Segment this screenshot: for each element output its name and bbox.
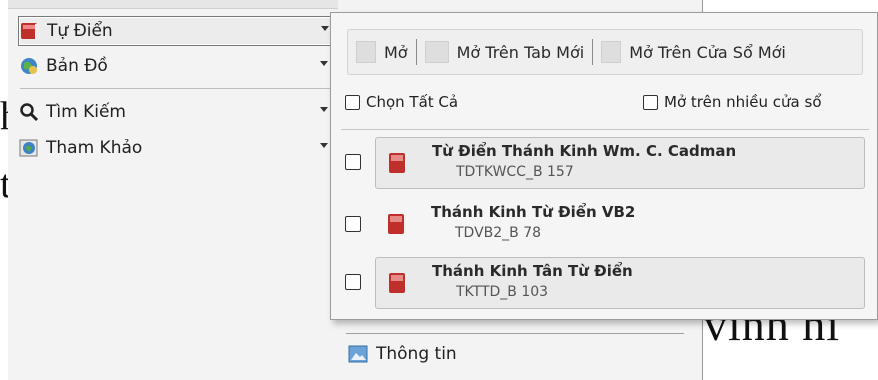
entry-code: TDTKWCC_B 157 (456, 164, 574, 180)
open-new-tab-label: Mở Trên Tab Mới (456, 42, 585, 62)
search-icon (18, 102, 40, 122)
multi-window-option[interactable]: Mở trên nhiều cửa sổ (643, 93, 822, 111)
menu-divider (20, 88, 338, 89)
dictionary-book-icon (19, 21, 41, 41)
entry-title: Thánh Kinh Tân Từ Điển (432, 262, 633, 280)
chevron-down-icon[interactable] (320, 143, 328, 148)
open-icon (356, 41, 376, 63)
globe-map-icon (18, 56, 40, 76)
chevron-down-icon[interactable] (321, 26, 329, 31)
book-icon (389, 273, 407, 293)
menu-item-reference[interactable]: Tham Khảo (18, 134, 332, 162)
entry-card[interactable]: Từ Điển Thánh Kinh Wm. C. Cadman TDTKWCC… (375, 137, 865, 189)
open-new-window-label: Mở Trên Cửa Sổ Mới (629, 42, 786, 62)
open-label: Mở (384, 42, 408, 62)
menu-item-label: Bản Đồ (46, 56, 108, 76)
menu-item-label: Tìm Kiếm (46, 102, 126, 122)
entry-title: Thánh Kinh Từ Điển VB2 (431, 203, 636, 221)
select-all-checkbox[interactable] (345, 94, 360, 110)
select-all-option[interactable]: Chọn Tất Cả (345, 93, 458, 111)
chevron-down-icon[interactable] (320, 107, 328, 112)
entry-title: Từ Điển Thánh Kinh Wm. C. Cadman (432, 142, 737, 160)
list-item[interactable]: Từ Điển Thánh Kinh Wm. C. Cadman TDTKWCC… (331, 137, 877, 191)
list-item[interactable]: Thánh Kinh Tân Từ Điển TKTTD_B 103 (331, 257, 877, 311)
entry-card[interactable]: Thánh Kinh Tân Từ Điển TKTTD_B 103 (375, 257, 865, 309)
chevron-down-icon[interactable] (320, 61, 328, 66)
popup-divider (341, 129, 869, 130)
new-tab-icon (424, 41, 449, 63)
new-window-icon (601, 41, 622, 63)
open-new-window-button[interactable]: Mở Trên Cửa Sổ Mới (593, 37, 794, 67)
list-item[interactable]: Thánh Kinh Từ Điển VB2 TDVB2_B 78 (331, 199, 877, 253)
menu-item-dictionary[interactable]: Tự Điển (18, 16, 334, 46)
multi-window-checkbox[interactable] (643, 94, 658, 110)
menu-item-label: Tự Điển (47, 21, 113, 41)
entry-code: TKTTD_B 103 (456, 284, 549, 300)
info-picture-icon (348, 344, 370, 364)
info-label: Thông tin (376, 344, 457, 364)
menu-item-map[interactable]: Bản Đồ (18, 52, 332, 80)
menu-item-search[interactable]: Tìm Kiếm (18, 98, 332, 126)
entry-checkbox[interactable] (345, 216, 361, 232)
open-new-tab-button[interactable]: Mở Trên Tab Mới (417, 37, 593, 67)
popup-toolbar: Mở Mở Trên Tab Mới Mở Trên Cửa Sổ Mới (347, 29, 863, 75)
left-menu-panel: Tự Điển Bản Đồ Tìm Kiếm Tham Khảo (8, 0, 339, 380)
menu-item-label: Tham Khảo (46, 138, 143, 158)
entry-checkbox[interactable] (345, 154, 361, 170)
menu-top-strip (8, 0, 338, 9)
dictionary-popup: Mở Mở Trên Tab Mới Mở Trên Cửa Sổ Mới Ch… (330, 12, 878, 320)
select-all-label: Chọn Tất Cả (366, 93, 459, 111)
open-button[interactable]: Mở (348, 37, 416, 67)
book-icon (389, 153, 407, 173)
reference-globe-icon (18, 138, 40, 158)
entry-checkbox[interactable] (345, 274, 361, 290)
info-button[interactable]: Thông tin (348, 344, 457, 364)
entry-code: TDVB2_B 78 (455, 225, 542, 241)
panel-divider (346, 333, 684, 334)
entry-card[interactable]: Thánh Kinh Từ Điển VB2 TDVB2_B 78 (375, 199, 863, 249)
book-icon (388, 214, 406, 234)
multi-window-label: Mở trên nhiều cửa sổ (664, 93, 822, 111)
